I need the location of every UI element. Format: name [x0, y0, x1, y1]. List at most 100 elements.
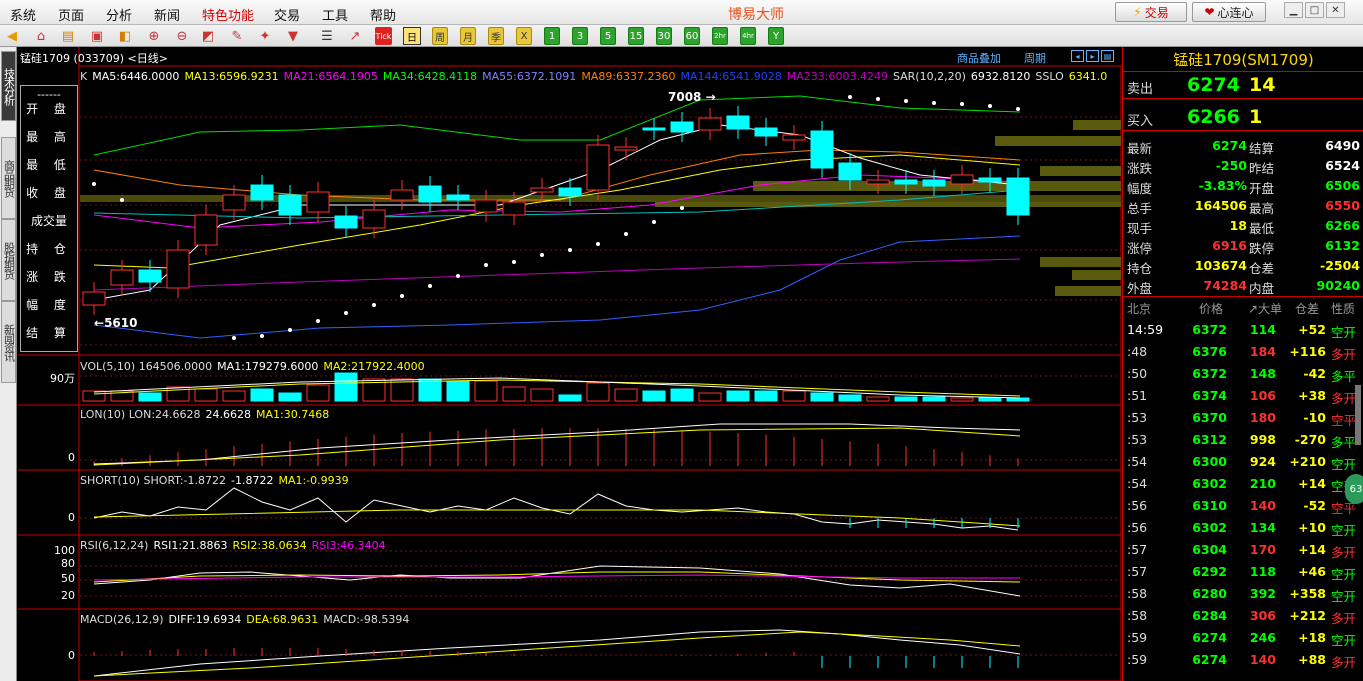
tick-price: 6310 [1192, 498, 1227, 513]
quote-label-change: 涨 跌 [26, 270, 72, 284]
candlestick [838, 162, 862, 181]
short-legend: SHORT(10) SHORT:-1.8722 -1.8722 MA1:-0.993… [80, 474, 354, 487]
ma-legend-item-7: MA144:6541.9028 [680, 70, 782, 83]
sar-dot [568, 248, 572, 252]
chart-layout-icon[interactable]: ▤ [1101, 50, 1114, 62]
stats-label: 跌停 [1249, 241, 1275, 256]
volume-profile-bar [1055, 286, 1121, 296]
scroll-right-icon[interactable]: ▸ [1086, 50, 1099, 62]
sell-qty: 14 [1249, 74, 1276, 96]
volume-bar [670, 388, 694, 402]
sar-dot [680, 206, 684, 210]
candlestick [390, 189, 414, 201]
volume-bar [726, 390, 750, 402]
tick-time: :50 [1127, 366, 1148, 381]
stats-label: 幅度 [1127, 181, 1153, 196]
stats-value: -3.83% [1198, 178, 1247, 193]
macd-legend-item-3: MACD:-98.5394 [323, 613, 410, 626]
sar-dot [876, 97, 880, 101]
candlestick [362, 209, 386, 229]
tick-price: 6302 [1192, 520, 1227, 535]
candlestick [754, 127, 778, 137]
vol-legend-item-0: VOL(5,10) 164506.0000 [80, 360, 213, 373]
tick-type: 空开 [1331, 325, 1357, 340]
candlestick [474, 199, 498, 213]
lon-legend: LON(10) LON:24.6628 24.6628 MA1:30.7468 [80, 408, 334, 421]
tick-row: :56 6310 140 -52 空平 [1123, 494, 1363, 516]
tick-volume: 148 [1249, 366, 1276, 381]
tick-volume: 114 [1249, 322, 1276, 337]
stats-value: 6506 [1325, 178, 1360, 193]
sar-dot [92, 182, 96, 186]
tick-oi-change: -42 [1303, 366, 1326, 381]
stats-label: 结算 [1249, 141, 1275, 156]
quote-label-open: 开 盘 [26, 102, 72, 116]
candlestick [558, 187, 582, 197]
tick-time: :58 [1127, 586, 1148, 601]
candlestick [82, 291, 106, 306]
rsi-y-tick-50: 50 [61, 572, 75, 585]
scroll-left-icon[interactable]: ◂ [1071, 50, 1084, 62]
candlestick [1006, 177, 1030, 216]
buy-row: 买入 6266 1 [1123, 105, 1363, 131]
tick-type: 多开 [1331, 391, 1357, 406]
candlestick [530, 187, 554, 193]
stats-label: 总手 [1127, 201, 1153, 216]
sar-dot [484, 263, 488, 267]
stats-value: 6550 [1325, 198, 1360, 213]
tick-row: :50 6372 148 -42 多平 [1123, 362, 1363, 384]
candlestick [110, 269, 134, 286]
candlestick [502, 201, 526, 216]
ma-legend-item-11: SSLO [1035, 70, 1064, 83]
candlestick [698, 117, 722, 131]
tick-scrollbar[interactable] [1355, 385, 1361, 445]
tick-price: 6304 [1192, 542, 1227, 557]
stats-row: 总手 164506 最高 6550 [1123, 196, 1363, 216]
sar-dot [260, 334, 264, 338]
volume-profile-bar [1040, 257, 1121, 267]
tick-price: 6372 [1192, 322, 1227, 337]
float-widget[interactable]: 63 [1345, 474, 1363, 504]
lon-y-tick: 0 [68, 451, 75, 464]
tick-oi-change: -10 [1303, 410, 1326, 425]
volume-bar [922, 396, 946, 402]
sar-dot [848, 95, 852, 99]
rsi-legend-item-2: RSI2:38.0634 [232, 539, 307, 552]
low-price-value: 5610 [104, 316, 138, 330]
tick-time: :56 [1127, 498, 1148, 513]
volume-bar [698, 392, 722, 402]
stats-row: 涨停 6916 跌停 6132 [1123, 236, 1363, 256]
commodity-overlay-link[interactable]: 商品叠加 [957, 50, 1001, 66]
stats-value: 6266 [1325, 218, 1360, 233]
sell-price: 6274 [1187, 74, 1240, 96]
sar-dot [540, 253, 544, 257]
tick-type: 空开 [1331, 567, 1357, 582]
candlestick [166, 249, 190, 289]
quote-label-high: 最 高 [26, 130, 72, 144]
high-price-value: 7008 [668, 90, 702, 104]
stats-value: 74284 [1203, 278, 1248, 293]
tick-row: :58 6284 306 +212 多开 [1123, 604, 1363, 626]
stats-label: 最新 [1127, 141, 1153, 156]
ma-legend-item-4: MA34:6428.4118 [382, 70, 478, 83]
vol-y-tick: 90万 [50, 372, 75, 385]
tick-oi-change: +212 [1289, 608, 1326, 623]
sar-dot [120, 198, 124, 202]
macd-legend: MACD(26,12,9) DIFF:19.6934 DEA:68.9631 MACD… [80, 613, 414, 626]
tick-oi-change: +88 [1298, 652, 1326, 667]
sar-dot [232, 336, 236, 340]
volume-bar [306, 384, 330, 402]
period-link[interactable]: 周期 [1024, 50, 1046, 66]
tick-price: 6302 [1192, 476, 1227, 491]
stats-table: 最新 6274 结算 6490 涨跌 -250 昨结 6524 幅度 -3.83% 开盘 6506 总手… [1123, 136, 1363, 297]
sell-row: 卖出 6274 14 [1123, 73, 1363, 99]
tick-volume: 924 [1249, 454, 1276, 469]
tick-time: :58 [1127, 608, 1148, 623]
tick-type: 空开 [1331, 457, 1357, 472]
candlestick [922, 179, 946, 187]
volume-bar [614, 388, 638, 402]
short-legend-item-0: SHORT(10) SHORT:-1.8722 [80, 474, 226, 487]
stats-label: 昨结 [1249, 161, 1275, 176]
tick-oi-change: +18 [1298, 630, 1326, 645]
stats-label: 最低 [1249, 221, 1275, 236]
